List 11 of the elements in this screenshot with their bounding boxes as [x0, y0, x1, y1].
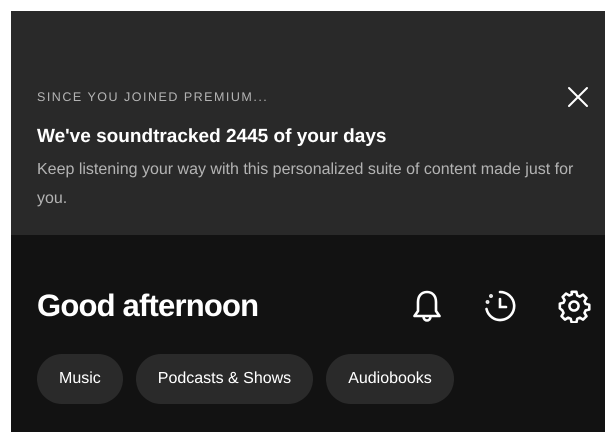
filter-chip[interactable]: Music	[37, 354, 123, 404]
banner-title: We've soundtracked 2445 of your days	[37, 126, 388, 148]
close-icon[interactable]	[567, 86, 589, 108]
settings-icon[interactable]	[557, 289, 591, 323]
banner-text: Keep listening your way with this personalized suite of content made just for you.	[37, 160, 574, 209]
recent-history-icon[interactable]	[483, 289, 517, 323]
filter-chip[interactable]: Audiobooks	[326, 354, 454, 404]
filter-chip[interactable]: Podcasts & Shows	[136, 354, 314, 404]
banner-eyebrow: SINCE YOU JOINED PREMIUM...	[37, 90, 268, 104]
notification-bell-icon[interactable]	[411, 289, 443, 323]
greeting-heading: Good afternoon	[37, 288, 258, 324]
